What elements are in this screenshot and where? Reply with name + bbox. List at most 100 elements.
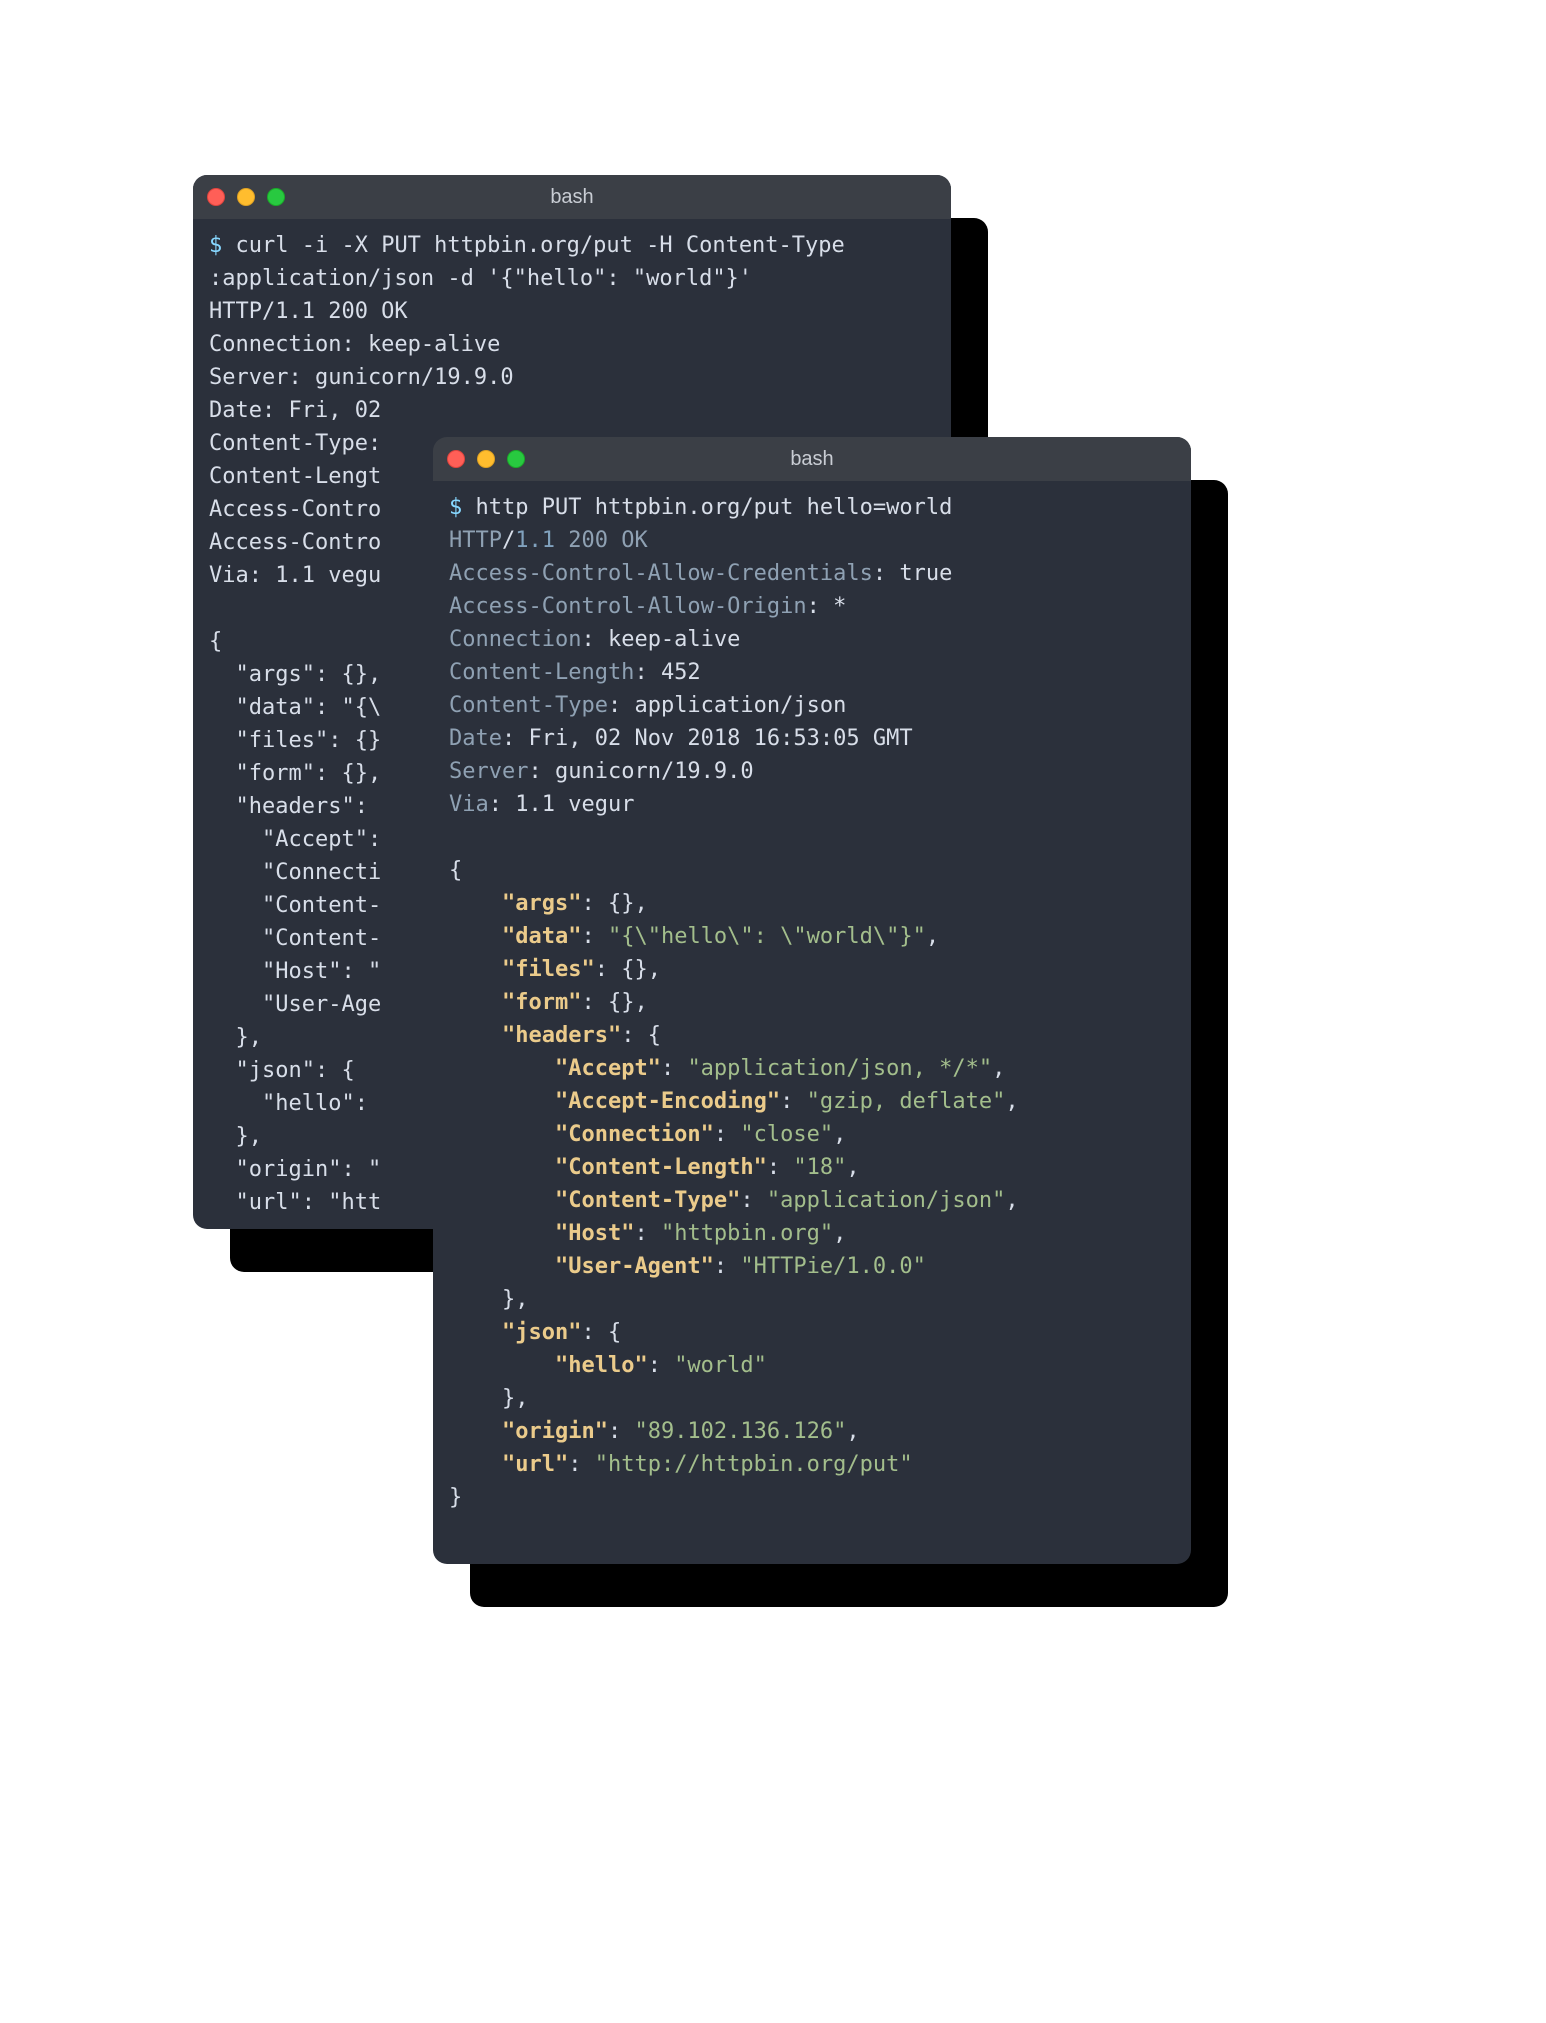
- terminal-text: "Accept":: [209, 827, 381, 852]
- zoom-icon[interactable]: [507, 450, 525, 468]
- terminal-text: Connection: [449, 627, 581, 652]
- terminal-text: },: [449, 1386, 528, 1411]
- terminal-text: :: [581, 891, 608, 916]
- terminal-text: "Host": ": [209, 959, 381, 984]
- terminal-line: "User-Agent": "HTTPie/1.0.0": [449, 1250, 1175, 1283]
- terminal-text: "json": [502, 1320, 581, 1345]
- terminal-text: Via: 1.1 vegu: [209, 563, 381, 588]
- terminal-line: },: [449, 1382, 1175, 1415]
- titlebar[interactable]: bash: [193, 175, 951, 219]
- traffic-lights: [207, 188, 285, 206]
- terminal-line: $ curl -i -X PUT httpbin.org/put -H Cont…: [209, 229, 935, 262]
- terminal-text: },: [209, 1124, 262, 1149]
- terminal-text: [449, 1221, 555, 1246]
- terminal-text: :: [528, 759, 555, 784]
- terminal-text: "data": "{\: [209, 695, 381, 720]
- terminal-text: "json": {: [209, 1058, 355, 1083]
- minimize-icon[interactable]: [477, 450, 495, 468]
- terminal-text: {}: [608, 990, 635, 1015]
- terminal-text: ,: [634, 891, 647, 916]
- terminal-text: "files": {}: [209, 728, 381, 753]
- terminal-line: Connection: keep-alive: [449, 623, 1175, 656]
- terminal-text: :: [608, 693, 635, 718]
- minimize-icon[interactable]: [237, 188, 255, 206]
- terminal-text: :: [581, 990, 608, 1015]
- terminal-text: :: [767, 1155, 794, 1180]
- terminal-line: Connection: keep-alive: [209, 328, 935, 361]
- terminal-text: [449, 1089, 555, 1114]
- window-title: bash: [193, 186, 951, 209]
- terminal-text: :: [634, 660, 661, 685]
- terminal-text: "Host": [555, 1221, 634, 1246]
- terminal-text: curl -i -X PUT httpbin.org/put -H Conten…: [236, 233, 845, 258]
- terminal-text: "form": [502, 990, 581, 1015]
- terminal-text: "args": [502, 891, 581, 916]
- titlebar[interactable]: bash: [433, 437, 1191, 481]
- terminal-text: HTTP/1.1 200 OK: [209, 299, 408, 324]
- terminal-text: Connection: keep-alive: [209, 332, 500, 357]
- terminal-text: 1.1: [515, 528, 568, 553]
- terminal-text: "url": "htt: [209, 1190, 381, 1215]
- terminal-text: [449, 1122, 555, 1147]
- terminal-text: {}: [621, 957, 648, 982]
- terminal-text: ,: [1005, 1089, 1018, 1114]
- terminal-text: gunicorn/19.9.0: [555, 759, 754, 784]
- terminal-text: {: [608, 1320, 621, 1345]
- terminal-text: "headers": [502, 1023, 621, 1048]
- terminal-text: "http://httpbin.org/put": [595, 1452, 913, 1477]
- terminal-text: "hello":: [209, 1091, 381, 1116]
- terminal-window-front[interactable]: bash $ http PUT httpbin.org/put hello=wo…: [433, 437, 1191, 1564]
- terminal-text: :: [661, 1056, 688, 1081]
- terminal-text: ,: [648, 957, 661, 982]
- terminal-text: "origin": [502, 1419, 608, 1444]
- terminal-line: "data": "{\"hello\": \"world\"}",: [449, 920, 1175, 953]
- terminal-line: HTTP/1.1 200 OK: [449, 524, 1175, 557]
- terminal-body[interactable]: $ http PUT httpbin.org/put hello=worldHT…: [433, 481, 1191, 1530]
- terminal-text: :: [595, 957, 622, 982]
- terminal-text: [449, 924, 502, 949]
- terminal-text: "HTTPie/1.0.0": [740, 1254, 925, 1279]
- close-icon[interactable]: [207, 188, 225, 206]
- terminal-text: ,: [846, 1419, 859, 1444]
- terminal-text: "url": [502, 1452, 568, 1477]
- terminal-line: "Accept": "application/json, */*",: [449, 1052, 1175, 1085]
- terminal-text: "Accept-Encoding": [555, 1089, 780, 1114]
- terminal-text: "application/json": [767, 1188, 1005, 1213]
- terminal-line: "form": {},: [449, 986, 1175, 1019]
- terminal-text: {: [648, 1023, 661, 1048]
- terminal-line: }: [449, 1481, 1175, 1514]
- terminal-text: :: [502, 726, 529, 751]
- zoom-icon[interactable]: [267, 188, 285, 206]
- traffic-lights: [447, 450, 525, 468]
- terminal-text: 1.1 vegur: [515, 792, 634, 817]
- terminal-text: :: [714, 1254, 741, 1279]
- terminal-text: {: [449, 858, 462, 883]
- terminal-text: :application/json -d '{"hello": "world"}…: [209, 266, 752, 291]
- terminal-text: keep-alive: [608, 627, 740, 652]
- terminal-text: "Content-: [209, 926, 381, 951]
- terminal-text: "httpbin.org": [661, 1221, 833, 1246]
- terminal-text: ,: [833, 1221, 846, 1246]
- terminal-line: Access-Control-Allow-Credentials: true: [449, 557, 1175, 590]
- stage: bash $ curl -i -X PUT httpbin.org/put -H…: [0, 0, 1546, 2023]
- terminal-text: [449, 1056, 555, 1081]
- terminal-text: {}: [608, 891, 635, 916]
- terminal-text: "Accept": [555, 1056, 661, 1081]
- terminal-text: }: [449, 1485, 462, 1510]
- terminal-text: "Connection": [555, 1122, 714, 1147]
- terminal-text: "form": {},: [209, 761, 381, 786]
- terminal-line: "Host": "httpbin.org",: [449, 1217, 1175, 1250]
- terminal-text: :: [581, 1320, 608, 1345]
- terminal-text: :: [648, 1353, 675, 1378]
- terminal-text: "18": [793, 1155, 846, 1180]
- terminal-text: Content-Lengt: [209, 464, 381, 489]
- close-icon[interactable]: [447, 450, 465, 468]
- terminal-text: :: [568, 1452, 595, 1477]
- terminal-text: [449, 1419, 502, 1444]
- terminal-text: Date: Fri, 02: [209, 398, 381, 423]
- terminal-text: "Content-Type": [555, 1188, 740, 1213]
- window-title: bash: [433, 448, 1191, 471]
- terminal-text: :: [581, 627, 608, 652]
- terminal-text: Content-Length: [449, 660, 634, 685]
- terminal-text: "Connecti: [209, 860, 381, 885]
